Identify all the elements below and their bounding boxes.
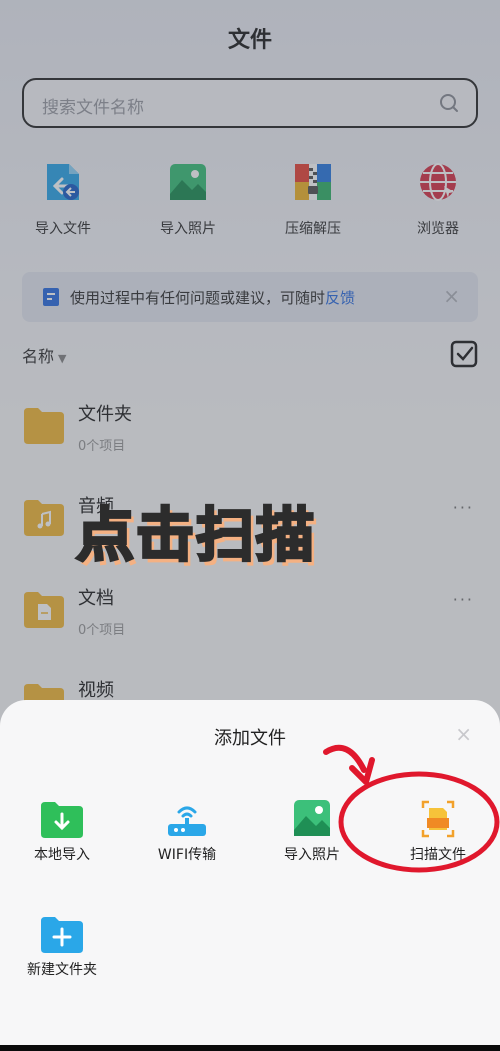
tutorial-banner-text: 点击扫描 — [75, 500, 317, 571]
sheet-title: 添加文件 — [214, 728, 286, 749]
action-label: 导入照片 — [284, 847, 340, 863]
new-folder-icon — [41, 915, 83, 953]
action-label: 新建文件夹 — [27, 962, 97, 978]
new-folder-button[interactable]: 新建文件夹 — [12, 915, 112, 979]
local-import-icon — [41, 800, 83, 838]
action-label: WIFI传输 — [157, 847, 217, 863]
wifi-transfer-icon — [166, 800, 208, 838]
import-photo-button[interactable]: 导入照片 — [262, 800, 362, 864]
close-icon[interactable]: × — [455, 722, 472, 746]
system-nav-bar — [0, 1045, 500, 1051]
import-photo-icon — [291, 800, 333, 838]
scan-file-button[interactable]: 扫描文件 — [388, 800, 488, 864]
add-file-sheet: 添加文件 × 本地导入 WIFI传输 导入照片 扫描文件 新建文件夹 — [0, 700, 500, 1051]
scan-file-icon — [417, 800, 459, 838]
wifi-transfer-button[interactable]: WIFI传输 — [137, 800, 237, 864]
action-label: 本地导入 — [34, 847, 90, 863]
local-import-button[interactable]: 本地导入 — [12, 800, 112, 864]
action-label: 扫描文件 — [410, 847, 466, 863]
